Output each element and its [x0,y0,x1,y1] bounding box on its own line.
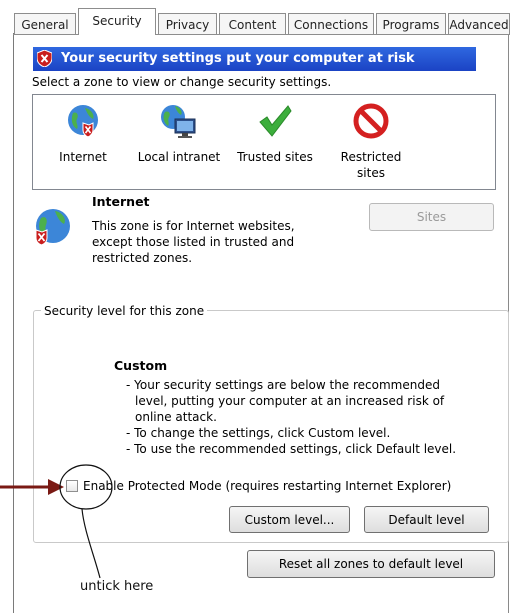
annotation-overlay [0,464,113,579]
annotation-circle [59,464,113,510]
tab-security[interactable]: Security [78,8,156,35]
annotation-pointer-line [81,508,101,579]
annotation-arrowhead [48,479,64,495]
annotation-text: untick here [80,579,154,594]
